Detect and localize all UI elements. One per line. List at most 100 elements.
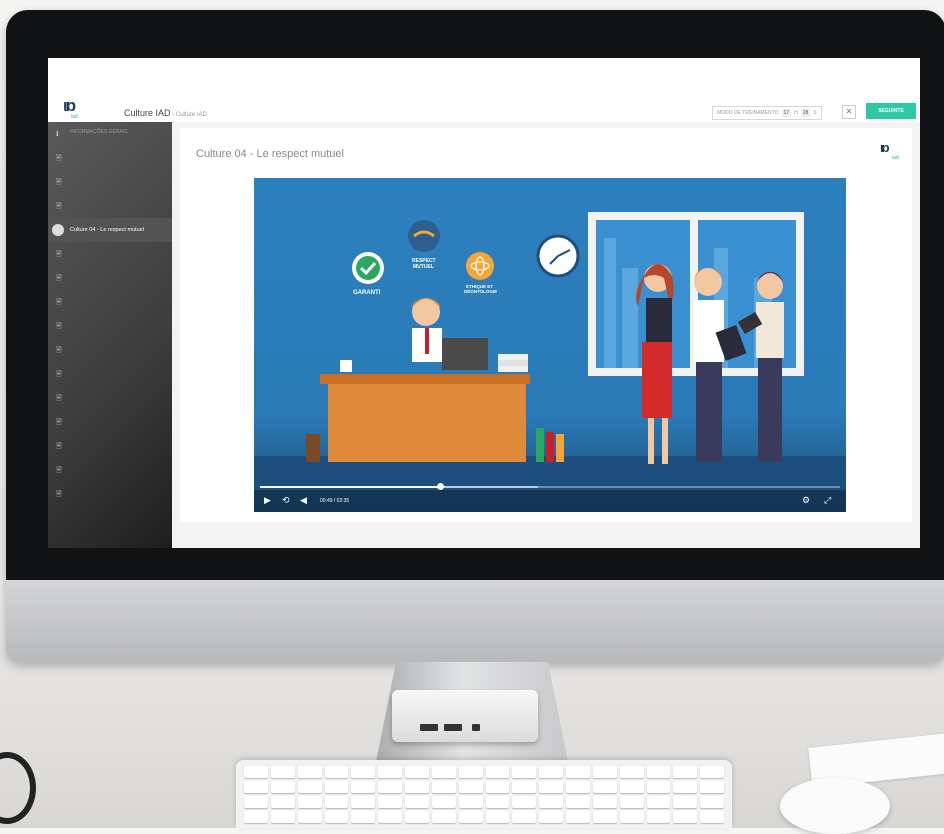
building — [604, 238, 616, 368]
keyboard-key — [405, 796, 429, 808]
keyboard-key — [270, 796, 295, 808]
document-icon: 🗎 — [56, 203, 62, 210]
keyboard — [236, 760, 732, 828]
training-mode-label: MODO DE TREINAMENTO — [717, 110, 779, 116]
document-icon: 🗎 — [56, 443, 62, 450]
replay-icon[interactable]: ⟲ — [282, 495, 290, 506]
keyboard-key — [324, 796, 349, 808]
fullscreen-icon[interactable]: ⤢ — [824, 495, 831, 506]
garanti-label: GARANTI — [353, 290, 381, 296]
document-icon: 🗎 — [56, 323, 62, 330]
course-title-sub: - Culture IAD — [170, 112, 207, 118]
ethique-label-line2: DÉONTOLOGIE — [464, 287, 497, 294]
keyboard-key — [405, 811, 429, 823]
keyboard-key — [539, 766, 563, 778]
time-display: 00:49 / 02:35 — [320, 498, 350, 504]
app-logo-mark: ιɒ — [63, 96, 76, 115]
keyboard-key — [324, 811, 349, 823]
keyboard-key — [297, 811, 322, 823]
usb-port — [420, 724, 438, 731]
keyboard-key — [485, 811, 510, 823]
building — [622, 268, 638, 368]
sidebar-item-0[interactable]: ℹ INFORMAÇÕES GERAIS — [48, 122, 172, 146]
lesson-card: Culture 04 - Le respect mutuel ιɒ iad GA… — [180, 128, 912, 522]
play-icon[interactable]: ▶ — [264, 495, 271, 506]
keyboard-key — [378, 796, 402, 808]
usb-port — [444, 724, 462, 731]
sidebar-item-14[interactable]: 🗎 — [48, 458, 172, 482]
check-icon — [356, 256, 380, 280]
timer-hours-unit: H — [794, 110, 798, 116]
document-icon: 🗎 — [56, 491, 62, 498]
sidebar-item-12[interactable]: 🗎 — [48, 410, 172, 434]
laptop — [442, 338, 488, 370]
document-icon: 🗎 — [56, 371, 62, 378]
sidebar-item-6[interactable]: 🗎 — [48, 266, 172, 290]
sidebar-item-7[interactable]: 🗎 — [48, 290, 172, 314]
document-icon: 🗎 — [56, 179, 62, 186]
keyboard-key — [485, 796, 510, 808]
sidebar-item-3[interactable]: 🗎 — [48, 194, 172, 218]
sidebar-item-10[interactable]: 🗎 — [48, 362, 172, 386]
briefcase — [306, 434, 320, 462]
atom-badge-icon — [466, 252, 494, 280]
video-frame-illustration: GARANTI RESPECT MUTUEL ÉTHIQUE ET DÉONTO… — [254, 212, 846, 496]
keyboard-key — [646, 766, 671, 778]
keyboard-key — [700, 766, 724, 778]
keyboard-key — [405, 781, 429, 793]
volume-icon[interactable]: ◀ — [300, 495, 307, 506]
usb-c-port — [472, 724, 480, 731]
keyboard-key — [646, 811, 671, 823]
keyboard-key — [431, 796, 456, 808]
keyboard-key — [297, 781, 322, 793]
keyboard-key — [592, 796, 617, 808]
document-icon: 🗎 — [56, 419, 62, 426]
sidebar-item-11[interactable]: 🗎 — [48, 386, 172, 410]
app-logo[interactable]: ιɒ iad — [63, 96, 93, 120]
settings-gear-icon[interactable]: ⚙ — [802, 495, 810, 506]
video-player[interactable]: GARANTI RESPECT MUTUEL ÉTHIQUE ET DÉONTO… — [254, 178, 846, 512]
keyboard-key — [566, 811, 590, 823]
sidebar-item-15[interactable]: 🗎 — [48, 482, 172, 506]
lesson-title: Culture 04 - Le respect mutuel — [196, 148, 344, 160]
next-button[interactable]: SEGUINTE — [866, 103, 916, 119]
keyboard-key — [270, 811, 295, 823]
floor-books — [546, 432, 554, 462]
progress-bar[interactable] — [260, 483, 840, 490]
progress-played — [260, 486, 440, 488]
keyboard-key — [700, 811, 724, 823]
course-title-main: Culture IAD — [124, 108, 171, 118]
top-bar: ιɒ iad Culture IAD - Culture IAD MODO DE… — [48, 58, 920, 123]
keyboard-key — [378, 766, 402, 778]
sidebar-item-4[interactable]: Culture 04 - Le respect mutuel — [48, 218, 172, 242]
monitor-chin — [6, 580, 944, 662]
floor-books — [556, 434, 564, 462]
sidebar-item-1[interactable]: 🗎 — [48, 146, 172, 170]
keyboard-key — [297, 766, 322, 778]
keyboard-key — [244, 796, 268, 808]
sidebar-item-8[interactable]: 🗎 — [48, 314, 172, 338]
respect-label-line2: MUTUEL — [413, 264, 434, 270]
keyboard-key — [673, 766, 698, 778]
sidebar-item-13[interactable]: 🗎 — [48, 434, 172, 458]
woman-leg — [662, 418, 668, 464]
document-icon: 🗎 — [56, 347, 62, 354]
close-button[interactable]: ✕ — [842, 105, 856, 119]
keyboard-key — [351, 781, 376, 793]
man2-shirt — [694, 300, 724, 362]
timer-hours: 17 — [781, 109, 792, 117]
woman-leg — [648, 418, 654, 464]
monitor: ιɒ iad Culture IAD - Culture IAD MODO DE… — [6, 10, 944, 662]
keyboard-key — [539, 811, 563, 823]
man-tie — [425, 328, 429, 354]
progress-scrubber-handle[interactable] — [436, 483, 444, 490]
sidebar-item-2[interactable]: 🗎 — [48, 170, 172, 194]
sidebar-item-5[interactable]: 🗎 — [48, 242, 172, 266]
keyboard-key — [458, 811, 483, 823]
handshake-badge-icon — [408, 220, 440, 252]
keyboard-key — [351, 766, 376, 778]
sidebar-item-9[interactable]: 🗎 — [48, 338, 172, 362]
keyboard-key — [458, 766, 483, 778]
keyboard-key — [512, 811, 537, 823]
card-logo-sub: iad — [892, 155, 899, 161]
